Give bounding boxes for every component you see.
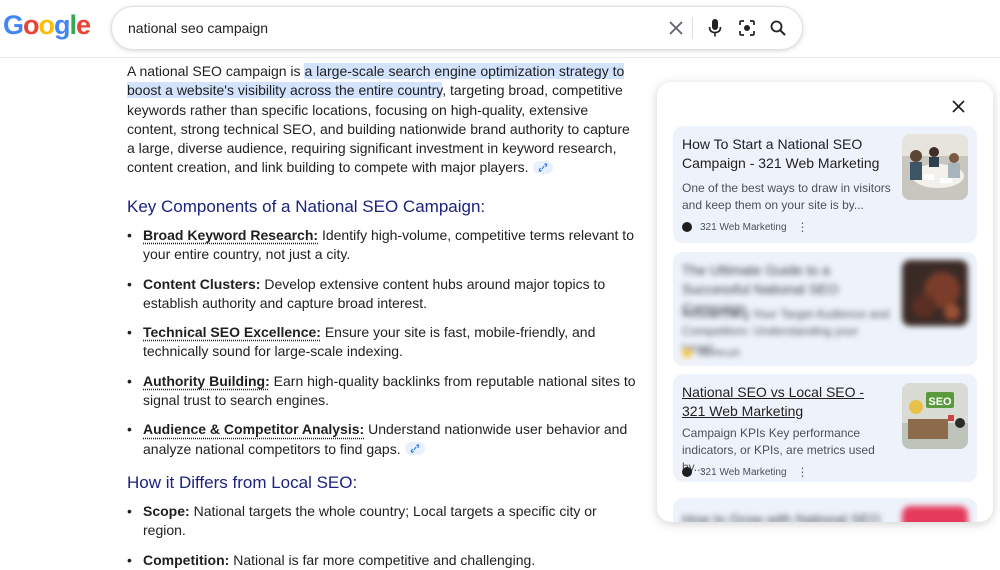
list-item: Content Clusters: Develop extensive cont… bbox=[127, 275, 639, 314]
more-options-icon[interactable]: ⋮ bbox=[797, 220, 809, 234]
list-item: Technical SEO Excellence: Ensure your si… bbox=[127, 323, 639, 362]
list-item: Authority Building: Earn high-quality ba… bbox=[127, 372, 639, 411]
source-site-name: Semrush bbox=[700, 347, 741, 359]
source-attribution: Semrush bbox=[682, 346, 740, 360]
difference-text: National targets the whole country; Loca… bbox=[143, 503, 597, 539]
source-link-chip[interactable] bbox=[404, 442, 425, 456]
source-card[interactable]: The Ultimate Guide to a Successful Natio… bbox=[673, 252, 977, 366]
source-thumbnail bbox=[902, 260, 968, 326]
source-site-name: 321 Web Marketing bbox=[700, 466, 787, 478]
search-icon[interactable] bbox=[767, 17, 789, 39]
source-card[interactable]: How To Start a National SEO Campaign - 3… bbox=[673, 126, 977, 243]
camera-lens-icon[interactable] bbox=[736, 17, 758, 39]
intro-text: A national SEO campaign is bbox=[127, 63, 305, 79]
source-title[interactable]: National SEO vs Local SEO - 321 Web Mark… bbox=[682, 383, 882, 421]
component-term[interactable]: Authority Building: bbox=[143, 373, 270, 389]
thumbnail-seo-text: SEO bbox=[928, 396, 952, 408]
source-link-chip[interactable] bbox=[532, 161, 553, 175]
list-item: Broad Keyword Research: Identify high-vo… bbox=[127, 226, 639, 265]
google-logo[interactable]: Google bbox=[3, 10, 91, 41]
source-card[interactable]: National SEO vs Local SEO - 321 Web Mark… bbox=[673, 374, 977, 482]
site-favicon-icon bbox=[682, 348, 692, 358]
source-site-name: 321 Web Marketing bbox=[700, 221, 787, 233]
list-item: Competition: National is far more compet… bbox=[127, 551, 639, 570]
source-attribution: 321 Web Marketing ⋮ bbox=[682, 220, 809, 234]
source-title[interactable]: How To Start a National SEO Campaign - 3… bbox=[682, 135, 882, 173]
search-divider bbox=[692, 17, 693, 39]
section-heading-key-components: Key Components of a National SEO Campaig… bbox=[127, 197, 486, 216]
intro-paragraph: A national SEO campaign is a large-scale… bbox=[127, 62, 639, 178]
section-heading-local-seo: How it Differs from Local SEO: bbox=[127, 473, 358, 492]
list-item: Audience & Competitor Analysis: Understa… bbox=[127, 420, 639, 459]
list-item: Scope: National targets the whole countr… bbox=[127, 502, 639, 541]
source-attribution: 321 Web Marketing ⋮ bbox=[682, 465, 809, 479]
source-card[interactable]: How to Grow with National SEO » bbox=[673, 498, 977, 522]
site-favicon-icon bbox=[682, 222, 692, 232]
source-snippet: One of the best ways to draw in visitors… bbox=[682, 181, 891, 212]
source-thumbnail[interactable] bbox=[902, 134, 968, 200]
ai-overview: A national SEO campaign is a large-scale… bbox=[127, 61, 639, 570]
key-components-list: Broad Keyword Research: Identify high-vo… bbox=[127, 226, 639, 459]
source-title: How to Grow with National SEO » bbox=[682, 511, 881, 522]
component-term[interactable]: Technical SEO Excellence: bbox=[143, 324, 321, 340]
source-thumbnail bbox=[902, 506, 968, 522]
search-input[interactable] bbox=[128, 7, 648, 49]
component-term[interactable]: Audience & Competitor Analysis: bbox=[143, 421, 364, 437]
difference-term: Scope: bbox=[143, 503, 190, 519]
search-box bbox=[111, 6, 803, 50]
source-thumbnail[interactable]: SEO bbox=[902, 383, 968, 449]
component-term[interactable]: Broad Keyword Research: bbox=[143, 227, 318, 243]
header: Google bbox=[0, 0, 1000, 58]
component-term: Content Clusters: bbox=[143, 275, 261, 292]
close-icon[interactable] bbox=[946, 94, 970, 118]
sources-panel: How To Start a National SEO Campaign - 3… bbox=[657, 82, 993, 522]
clear-search-icon[interactable] bbox=[665, 17, 687, 39]
more-options-icon[interactable]: ⋮ bbox=[797, 465, 809, 479]
site-favicon-icon bbox=[682, 467, 692, 477]
differences-list: Scope: National targets the whole countr… bbox=[127, 502, 639, 570]
microphone-icon[interactable] bbox=[704, 17, 726, 39]
